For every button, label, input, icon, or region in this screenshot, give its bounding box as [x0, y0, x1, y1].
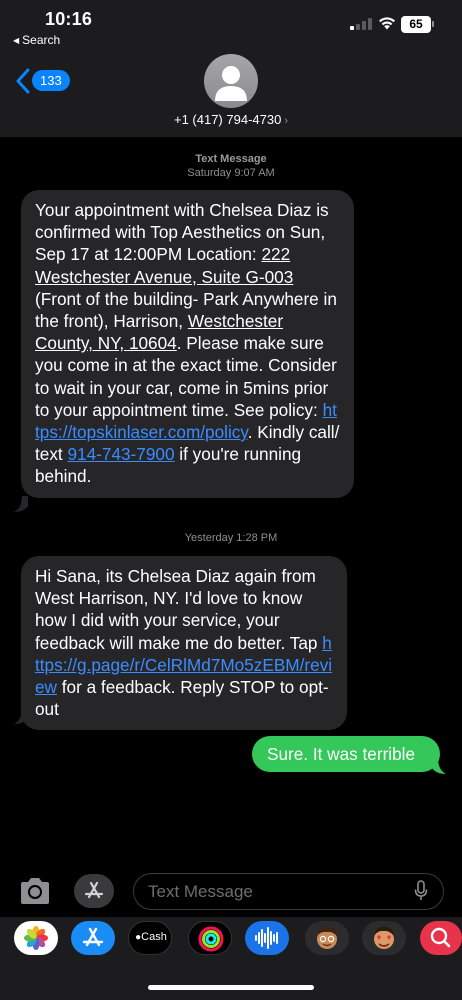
- contact-number: +1 (417) 794-4730: [173, 112, 282, 127]
- thread-timestamp: Yesterday 1:28 PM: [0, 531, 462, 545]
- message-text: (Front of the building- Park Anywhere in…: [35, 288, 337, 332]
- fitness-app-button[interactable]: [188, 921, 232, 955]
- search-images-icon: [430, 927, 451, 948]
- audio-message-icon: [255, 927, 278, 949]
- timestamp-label: Saturday 9:07 AM: [187, 167, 275, 179]
- fitness-icon: [198, 926, 224, 952]
- memoji-app-button[interactable]: [305, 921, 349, 955]
- chevron-right-icon: ›: [284, 115, 288, 127]
- bubble-tail: [14, 496, 28, 512]
- message-type-label: Text Message: [195, 153, 267, 165]
- thread-timestamp: Text Message Saturday 9:07 AM: [0, 152, 462, 180]
- wifi-icon: [379, 17, 395, 30]
- audio-message-app-button[interactable]: [245, 921, 289, 955]
- conversation-header: 10:16 ◀ Search 65 133 +1 (417) 794-4730 ›: [0, 0, 462, 137]
- memoji-stickers-icon: [374, 926, 394, 949]
- cellular-signal-icon: [350, 18, 372, 30]
- photos-app-button[interactable]: [14, 921, 58, 955]
- timestamp-label: Yesterday 1:28 PM: [184, 532, 278, 544]
- photos-icon: [24, 926, 48, 950]
- microphone-icon[interactable]: [414, 880, 428, 902]
- phone-link[interactable]: 914-743-7900: [67, 444, 174, 464]
- message-input[interactable]: Text Message: [133, 873, 444, 910]
- app-store-icon: [84, 881, 104, 899]
- memoji-icon: [317, 926, 337, 949]
- person-silhouette-icon: [215, 66, 247, 101]
- incoming-message-appointment[interactable]: Your appointment with Chelsea Diaz is co…: [21, 190, 354, 498]
- message-text: for a feedback. Reply STOP to opt-out: [35, 677, 329, 720]
- apps-button[interactable]: [74, 874, 114, 908]
- apple-cash-app-button[interactable]: ●Cash: [128, 921, 172, 955]
- back-triangle-icon: ◀: [13, 36, 20, 45]
- incoming-message-feedback[interactable]: Hi Sana, its Chelsea Diaz again from Wes…: [21, 556, 347, 731]
- contact-avatar[interactable]: [204, 54, 258, 108]
- camera-icon[interactable]: [18, 876, 52, 906]
- chevron-left-icon: [16, 68, 30, 94]
- back-to-search-label: Search: [22, 33, 61, 47]
- app-store-app-button[interactable]: [71, 921, 115, 955]
- contact-name-button[interactable]: +1 (417) 794-4730 ›: [0, 112, 462, 127]
- outgoing-message[interactable]: Sure. It was terrible: [252, 736, 440, 772]
- battery-indicator: 65: [401, 16, 431, 33]
- message-text: Hi Sana, its Chelsea Diaz again from Wes…: [35, 566, 323, 653]
- status-time: 10:16: [45, 9, 93, 29]
- back-button[interactable]: 133: [16, 64, 76, 98]
- app-store-icon: [82, 927, 104, 947]
- unread-count-badge: 133: [32, 70, 70, 91]
- apple-cash-label: Cash: [141, 931, 167, 943]
- memoji-stickers-app-button[interactable]: [362, 921, 406, 955]
- home-indicator[interactable]: [148, 985, 314, 990]
- image-search-app-button[interactable]: [420, 921, 462, 955]
- message-input-placeholder: Text Message: [148, 882, 253, 901]
- battery-nub: [432, 21, 434, 27]
- back-to-search-link[interactable]: ◀ Search: [13, 33, 60, 47]
